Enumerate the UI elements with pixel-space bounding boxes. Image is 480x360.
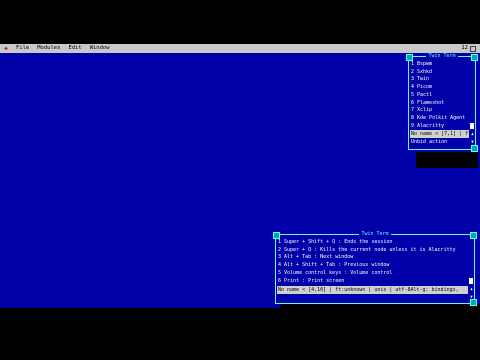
scroll-down-arrow-icon[interactable]: ▼: [470, 139, 475, 144]
list-item[interactable]: 5 Volume control keys : Volume control: [278, 270, 468, 278]
list-item[interactable]: 7 Xclip: [411, 107, 469, 115]
list-item[interactable]: 2 Super + Q : Kills the current node unl…: [278, 247, 468, 255]
window-menu-button[interactable]: [406, 54, 413, 61]
autostart-list: 1 Bspwm 2 Sxhkd 3 Twin 4 Picom 5 Pactl 6…: [411, 61, 469, 130]
scrollbar-thumb[interactable]: [469, 278, 473, 284]
top-menubar: ◆ File Modules Edit Window 12: [0, 44, 480, 53]
list-item[interactable]: 6 Print : Print screen: [278, 278, 468, 286]
scrollbar-thumb[interactable]: [470, 123, 474, 129]
system-logo-icon[interactable]: ◆: [0, 44, 12, 53]
menu-modules[interactable]: Modules: [33, 44, 64, 53]
twin-term-window-apps[interactable]: Twin Term 1 Bspwm 2 Sxhkd 3 Twin 4 Picom…: [406, 53, 478, 152]
list-item[interactable]: 4 Alt + Shift + Tab : Previous window: [278, 262, 468, 270]
list-item[interactable]: 1 Bspwm: [411, 61, 469, 69]
twin-term-window-keys[interactable]: Twin Term 1 Super + Shift + Q : Ends the…: [273, 231, 477, 306]
list-item[interactable]: 8 Kde Polkit Agent: [411, 115, 469, 123]
editor-status-line: No name < [7,1] | ft: [410, 130, 469, 138]
window-shadow: [416, 152, 478, 168]
editor-status-line: No name < [4,10] | ft:unknown | unix | u…: [277, 286, 468, 294]
list-item[interactable]: 3 Twin: [411, 76, 469, 84]
scroll-up-arrow-icon[interactable]: ▲: [469, 286, 474, 291]
menu-window[interactable]: Window: [86, 44, 114, 53]
window-close-button[interactable]: [470, 232, 477, 239]
window-close-button[interactable]: [471, 54, 478, 61]
window-shadow: [280, 304, 480, 308]
window-resize-handle[interactable]: [470, 299, 477, 306]
window-resize-handle[interactable]: [471, 145, 478, 152]
keybindings-list: 1 Super + Shift + Q : Ends the session 2…: [278, 239, 468, 285]
clock: 12: [461, 45, 468, 51]
window-menu-button[interactable]: [273, 232, 280, 239]
tray-icon[interactable]: [470, 45, 476, 52]
list-item[interactable]: 6 Flameshot: [411, 100, 469, 108]
scroll-up-arrow-icon[interactable]: ▲: [470, 131, 475, 136]
menu-file[interactable]: File: [12, 44, 33, 53]
list-item[interactable]: 2 Sxhkd: [411, 69, 469, 77]
menu-edit[interactable]: Edit: [64, 44, 85, 53]
scroll-down-arrow-icon[interactable]: ▼: [469, 294, 474, 299]
list-item[interactable]: 1 Super + Shift + Q : Ends the session: [278, 239, 468, 247]
action-line: Unbid action: [411, 139, 448, 145]
list-item[interactable]: 5 Pactl: [411, 92, 469, 100]
list-item[interactable]: 3 Alt + Tab : Next window: [278, 254, 468, 262]
list-item[interactable]: 4 Picom: [411, 84, 469, 92]
